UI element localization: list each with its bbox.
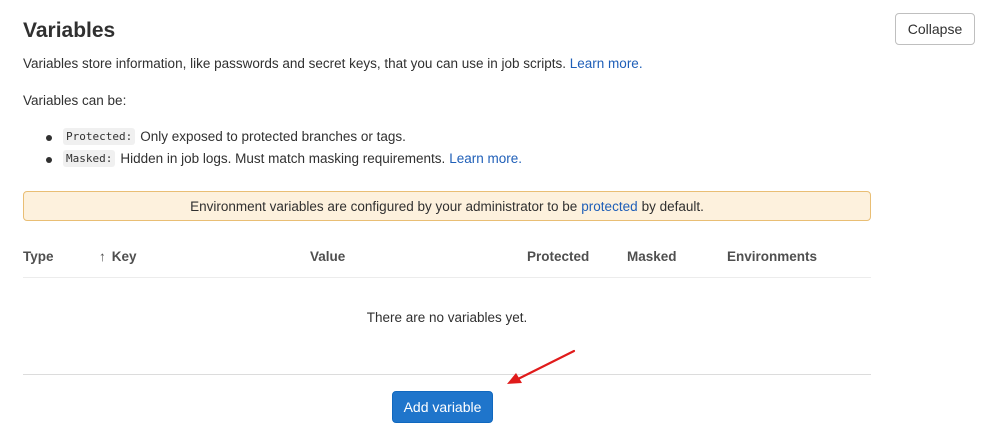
column-header-masked[interactable]: Masked [627,249,677,264]
learn-more-link[interactable]: Learn more. [570,56,643,71]
column-header-key-label: Key [111,249,137,264]
protected-variables-alert: Environment variables are configured by … [23,191,871,221]
divider [23,374,871,375]
column-header-value[interactable]: Value [310,249,345,264]
add-variable-button[interactable]: Add variable [392,391,493,423]
arrow-up-icon: ↑ [99,249,106,264]
masking-learn-more-link[interactable]: Learn more. [449,151,522,166]
empty-state-text: There are no variables yet. [366,310,528,325]
column-header-type[interactable]: Type [23,249,54,264]
alert-text-before: Environment variables are configured by … [190,198,578,214]
column-header-protected[interactable]: Protected [527,249,589,264]
alert-protected-link[interactable]: protected [581,199,637,214]
column-header-key[interactable]: ↑ Key [99,249,137,264]
variables-can-be-text: Variables can be: [23,93,127,108]
masked-description: Hidden in job logs. Must match masking r… [120,151,446,166]
bullet-icon [46,135,52,141]
protected-code-label: Protected: [63,128,136,145]
ci-variables-section: Variables Collapse Variables store infor… [0,0,988,440]
section-title: Variables [23,19,116,42]
bullet-icon [46,157,52,163]
annotation-arrow-icon [507,349,576,384]
masked-code-label: Masked: [63,150,116,167]
alert-text-after: by default. [641,198,704,214]
column-header-environments[interactable]: Environments [727,249,817,264]
description-text: Variables store information, like passwo… [23,56,567,71]
collapse-button[interactable]: Collapse [895,13,975,45]
section-description: Variables store information, like passwo… [23,55,643,73]
variables-table-header: Type ↑ Key Value Protected Masked Environ… [23,238,871,278]
protected-description: Only exposed to protected branches or ta… [140,129,406,144]
